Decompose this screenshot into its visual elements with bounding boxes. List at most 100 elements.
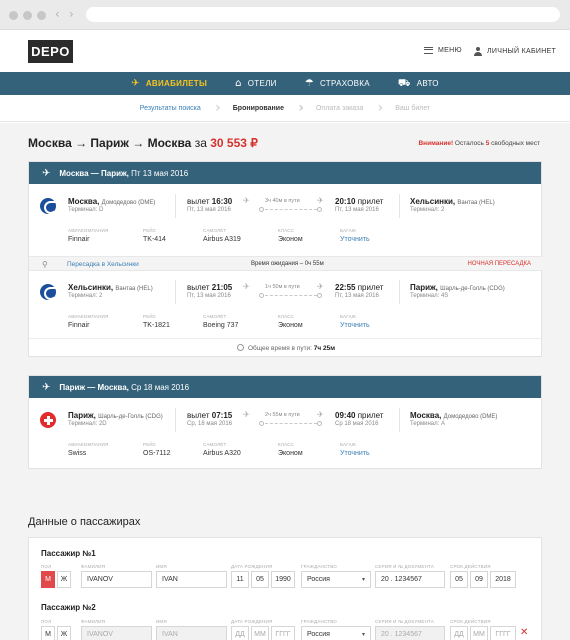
validity-day-input[interactable]: 05 bbox=[450, 571, 468, 588]
cabinet-label: ЛИЧНЫЙ КАБИНЕТ bbox=[487, 48, 557, 55]
forward-arrow-icon[interactable]: › bbox=[69, 7, 74, 21]
flight-label: РЕЙС bbox=[143, 228, 157, 233]
document-label: СЕРИЯ И № ДОКУМЕНТА bbox=[375, 564, 435, 569]
baggage-link[interactable]: Уточнить bbox=[340, 322, 370, 329]
to-city: Хельсинки, Вантаа (HEL) bbox=[410, 197, 495, 206]
sex-label: ПОЛ bbox=[41, 619, 52, 624]
baggage-link[interactable]: Уточнить bbox=[340, 236, 370, 243]
document-input[interactable]: 20 . 1234567 bbox=[375, 626, 445, 640]
window-maximize-dot[interactable] bbox=[37, 11, 46, 20]
route-line bbox=[265, 209, 317, 210]
back-arrow-icon[interactable]: ‹ bbox=[55, 7, 60, 21]
menu-button[interactable]: МЕНЮ bbox=[424, 47, 462, 54]
flight-duration: 1ч 50м в пути bbox=[265, 284, 300, 290]
alert-text: Осталось bbox=[454, 140, 484, 147]
validity-year-input[interactable]: 2018 bbox=[490, 571, 516, 588]
birth-label: ДАТА РОЖДЕНИЯ bbox=[231, 619, 273, 624]
nav-item-flights[interactable]: ✈ АВИАБИЛЕТЫ bbox=[131, 77, 208, 89]
surname-input[interactable]: IVANOV bbox=[81, 571, 152, 588]
return-title: Париж — Москва, bbox=[59, 382, 129, 392]
takeoff-icon: ✈ bbox=[243, 410, 250, 419]
outbound-card: ✈ Москва — Париж, Пт 13 мая 2016 Москва,… bbox=[28, 161, 543, 357]
flight-segment: Москва, Домодедово (DME) Терминал: D выл… bbox=[29, 184, 541, 262]
nav-item-insurance[interactable]: ☂ СТРАХОВКА bbox=[305, 78, 370, 89]
flight-segment: Хельсинки, Вантаа (HEL) Терминал: 2 выле… bbox=[29, 271, 543, 337]
birth-year-input[interactable]: ГГГГ bbox=[271, 626, 295, 640]
surname-input[interactable]: IVANOV bbox=[81, 626, 152, 640]
validity-day-input[interactable]: ДД bbox=[450, 626, 468, 640]
airplane-icon: ✈ bbox=[131, 77, 140, 89]
validity-year-input[interactable]: ГГГГ bbox=[490, 626, 516, 640]
birth-month-input[interactable]: 05 bbox=[251, 571, 269, 588]
sex-female-toggle[interactable]: Ж bbox=[57, 626, 71, 640]
validity-month-input[interactable]: ММ bbox=[470, 626, 488, 640]
nav-item-auto[interactable]: ⛟ АВТО bbox=[398, 78, 439, 89]
transfer-row: ⚲ Пересадка в Хельсинки Время ожидания –… bbox=[29, 256, 543, 271]
outbound-header: ✈ Москва — Париж, Пт 13 мая 2016 bbox=[29, 162, 541, 184]
sex-male-toggle[interactable]: М bbox=[41, 626, 55, 640]
return-header: ✈ Париж — Москва, Ср 18 мая 2016 bbox=[29, 376, 541, 398]
arrival-time: 09:40 прилет bbox=[335, 411, 384, 420]
return-card: ✈ Париж — Москва, Ср 18 мая 2016 Париж, … bbox=[28, 375, 542, 469]
class-value: Эконом bbox=[278, 322, 303, 329]
route-dot bbox=[317, 293, 322, 298]
to-terminal: Терминал: 2 bbox=[410, 207, 445, 213]
flight-segment: Париж, Шарль-де-Голль (CDG) Терминал: 2D… bbox=[29, 398, 541, 476]
to-city: Москва, Домодедово (DME) bbox=[410, 411, 498, 420]
aircraft-value: Boeing 737 bbox=[203, 322, 239, 329]
chevron-down-icon: ▾ bbox=[361, 631, 365, 638]
chevron-down-icon: ▾ bbox=[361, 576, 365, 583]
takeoff-icon: ✈ bbox=[243, 196, 250, 205]
class-value: Эконом bbox=[278, 450, 303, 457]
nav-label: СТРАХОВКА bbox=[319, 79, 370, 88]
departure-time: вылет 21:05 bbox=[187, 283, 233, 292]
address-bar[interactable] bbox=[86, 7, 560, 22]
divider bbox=[175, 408, 176, 432]
citizenship-label: ГРАЖДАНСТВО bbox=[301, 564, 337, 569]
window-minimize-dot[interactable] bbox=[23, 11, 32, 20]
citizenship-select[interactable]: Россия ▾ bbox=[301, 626, 371, 640]
nav-item-hotels[interactable]: ⌂ ОТЕЛИ bbox=[235, 78, 277, 89]
class-value: Эконом bbox=[278, 236, 303, 243]
step-search-results[interactable]: Результаты поиска › bbox=[124, 100, 221, 116]
departure-date: Пт, 13 мая 2016 bbox=[187, 207, 231, 213]
birth-month-input[interactable]: ММ bbox=[251, 626, 269, 640]
airline-value: Finnair bbox=[68, 236, 90, 243]
browser-chrome: ‹ › bbox=[0, 0, 570, 30]
to-terminal: Терминал: A bbox=[410, 421, 445, 427]
airline-value: Swiss bbox=[68, 450, 87, 457]
remove-passenger-close-icon[interactable]: ✕ bbox=[520, 627, 528, 638]
cabinet-link[interactable]: ЛИЧНЫЙ КАБИНЕТ bbox=[474, 47, 556, 56]
seats-alert: Внимание! Осталось 5 свободных мест bbox=[418, 140, 540, 147]
validity-month-input[interactable]: 09 bbox=[470, 571, 488, 588]
transfer-text[interactable]: Пересадка в Хельсинки bbox=[67, 261, 139, 268]
baggage-link[interactable]: Уточнить bbox=[340, 450, 370, 457]
name-input[interactable]: IVAN bbox=[156, 571, 227, 588]
birth-day-input[interactable]: 11 bbox=[231, 571, 249, 588]
nav-label: АВИАБИЛЕТЫ bbox=[145, 79, 208, 88]
airline-label: АВИАКОМПАНИЯ bbox=[68, 442, 109, 447]
window-close-dot[interactable] bbox=[9, 11, 18, 20]
route-line bbox=[265, 423, 317, 424]
name-input[interactable]: IVAN bbox=[156, 626, 227, 640]
from-terminal: Терминал: 2 bbox=[68, 293, 103, 299]
arrival-time: 20:10 прилет bbox=[335, 197, 384, 206]
airplane-icon: ✈ bbox=[42, 167, 51, 179]
flight-duration: 3ч 40м в пути bbox=[265, 198, 300, 204]
logo[interactable]: DEPO bbox=[28, 40, 73, 63]
booking-steps: Результаты поиска › Бронирование › Оплата … bbox=[0, 95, 570, 122]
name-label: ИМЯ bbox=[156, 564, 167, 569]
birth-year-input[interactable]: 1990 bbox=[271, 571, 295, 588]
route-dot bbox=[259, 207, 264, 212]
content: Москва → Париж → Москва за 30 553 ₽ Вним… bbox=[0, 123, 570, 640]
surname-label: ФАМИЛИЯ bbox=[81, 564, 106, 569]
citizenship-select[interactable]: Россия ▾ bbox=[301, 571, 371, 588]
hamburger-icon bbox=[424, 47, 433, 54]
sex-male-toggle[interactable]: М bbox=[41, 571, 55, 588]
user-icon bbox=[474, 47, 482, 56]
route-dot bbox=[259, 293, 264, 298]
document-input[interactable]: 20 . 1234567 bbox=[375, 571, 445, 588]
sex-female-toggle[interactable]: Ж bbox=[57, 571, 71, 588]
birth-day-input[interactable]: ДД bbox=[231, 626, 249, 640]
name-label: ИМЯ bbox=[156, 619, 167, 624]
